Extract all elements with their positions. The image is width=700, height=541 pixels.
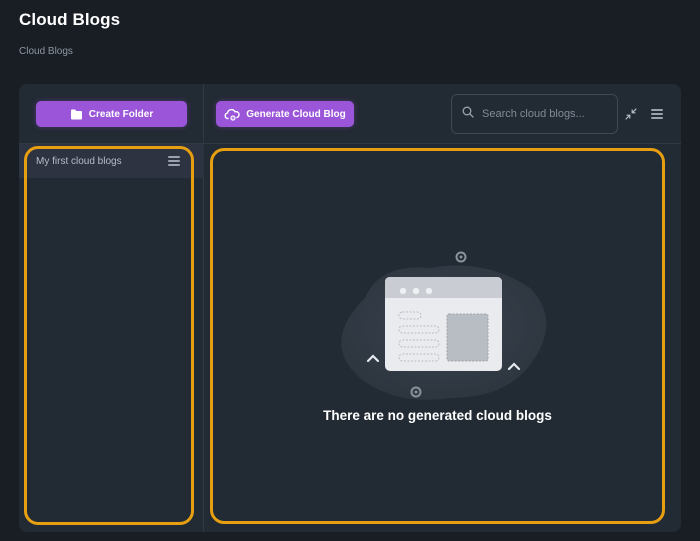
folder-icon [70, 109, 83, 120]
search-input[interactable] [482, 108, 607, 120]
collapse-arrows-icon[interactable] [625, 107, 637, 120]
page-title: Cloud Blogs [19, 10, 121, 29]
create-folder-label: Create Folder [88, 108, 154, 120]
empty-state-illustration [325, 248, 565, 413]
hamburger-menu-icon[interactable] [651, 109, 663, 119]
folder-menu-icon[interactable] [168, 156, 180, 166]
generate-cloud-blog-label: Generate Cloud Blog [246, 108, 346, 120]
generate-cloud-blog-button[interactable]: Generate Cloud Blog [216, 101, 354, 127]
search-icon [462, 105, 474, 123]
folder-item[interactable]: My first cloud blogs [19, 144, 204, 178]
page-header: Cloud Blogs Cloud Blogs [19, 10, 120, 57]
breadcrumb: Cloud Blogs [19, 46, 73, 57]
create-folder-button[interactable]: Create Folder [36, 101, 187, 127]
search-box[interactable] [451, 94, 618, 134]
folder-label: My first cloud blogs [36, 155, 122, 167]
folders-sidebar: Create Folder My first cloud blogs [19, 84, 204, 532]
empty-state-message: There are no generated cloud blogs [323, 408, 552, 423]
cloud-gear-icon [224, 108, 240, 121]
toolbar-divider [19, 143, 681, 144]
